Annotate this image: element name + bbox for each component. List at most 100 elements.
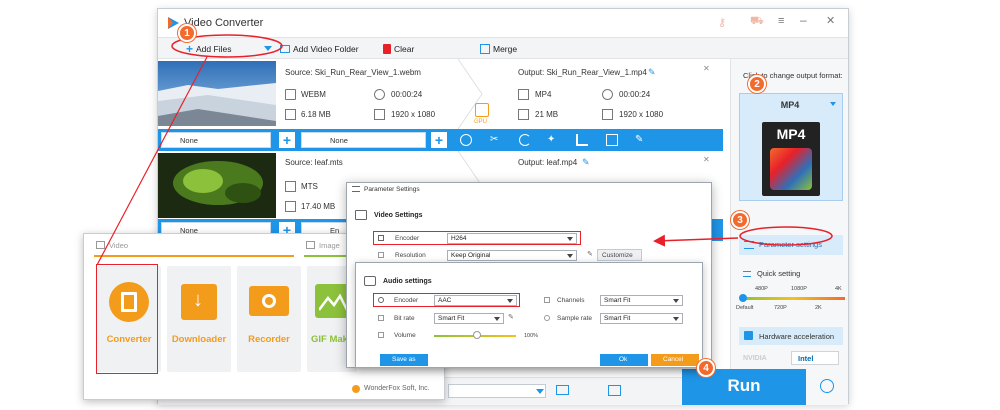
video-thumbnail[interactable] bbox=[158, 61, 276, 126]
quality-slider-handle[interactable] bbox=[739, 294, 747, 302]
format-icon bbox=[285, 89, 296, 100]
samplerate-select[interactable]: Smart Fit bbox=[600, 313, 683, 324]
remove-file-icon[interactable]: ✕ bbox=[703, 64, 710, 73]
bitrate-icon bbox=[378, 315, 384, 321]
source-resolution: 1920 x 1080 bbox=[391, 110, 436, 119]
resolution-select[interactable]: Keep Original bbox=[447, 250, 577, 261]
audio-settings-icon bbox=[364, 276, 376, 286]
video-encoder-select[interactable]: H264 bbox=[447, 233, 577, 244]
recorder-app[interactable]: Recorder bbox=[237, 266, 301, 372]
gpu-label: GPU bbox=[474, 119, 488, 125]
audio-track-select[interactable]: None bbox=[301, 132, 426, 148]
open-folder-icon[interactable] bbox=[556, 385, 569, 395]
alarm-clock-button[interactable] bbox=[806, 369, 848, 405]
downloader-label: Downloader bbox=[171, 334, 227, 345]
downloader-app[interactable]: ↓ Downloader bbox=[167, 266, 231, 372]
watermark-icon[interactable] bbox=[576, 134, 588, 146]
step-4-label: 4 bbox=[703, 362, 709, 374]
parameter-settings-button[interactable]: Parameter settings bbox=[739, 235, 843, 255]
video-section-icon bbox=[96, 241, 105, 249]
sliders-icon bbox=[744, 241, 754, 249]
subtitle-value: None bbox=[180, 135, 198, 145]
step-1-label: 1 bbox=[184, 27, 190, 39]
resolution-icon bbox=[374, 109, 385, 120]
quick-setting-label: Quick setting bbox=[757, 269, 801, 278]
quality-2k-label: 2K bbox=[815, 305, 822, 311]
volume-value: 100% bbox=[524, 333, 539, 339]
key-icon[interactable]: ⚷ bbox=[718, 16, 726, 29]
cancel-label: Cancel bbox=[663, 356, 684, 363]
add-files-button[interactable]: + Add Files bbox=[186, 42, 231, 56]
run-label: Run bbox=[727, 376, 761, 395]
channels-select[interactable]: Smart Fit bbox=[600, 295, 683, 306]
arrow-down-icon: ↓ bbox=[193, 289, 203, 311]
pencil-icon[interactable]: ✎ bbox=[508, 313, 514, 321]
add-folder-label: Add Video Folder bbox=[293, 44, 359, 54]
app-logo-icon bbox=[168, 17, 179, 29]
merge-button[interactable]: Merge bbox=[480, 42, 517, 56]
menu-icon[interactable]: ≡ bbox=[778, 15, 784, 27]
info-icon[interactable] bbox=[460, 134, 472, 146]
minimize-button[interactable]: – bbox=[800, 13, 807, 27]
quality-480p-label: 480P bbox=[755, 286, 768, 292]
subtitle-select[interactable]: None bbox=[161, 132, 271, 148]
add-video-folder-button[interactable]: Add Video Folder bbox=[280, 42, 359, 56]
mountain-icon bbox=[319, 293, 347, 311]
quality-1080p-label: 1080P bbox=[791, 286, 807, 292]
pencil-icon: ✎ bbox=[587, 251, 593, 258]
chevron-down-icon[interactable] bbox=[536, 389, 544, 394]
dialog-title: Parameter Settings bbox=[364, 186, 420, 193]
output-folder-field[interactable] bbox=[448, 384, 546, 398]
source-format: MTS bbox=[301, 182, 318, 191]
step-3-label: 3 bbox=[737, 214, 743, 226]
effects-icon[interactable]: ✦ bbox=[547, 134, 559, 146]
format-icon bbox=[518, 89, 529, 100]
source-name: Source: leaf.mts bbox=[285, 158, 343, 167]
intel-option[interactable]: Intel bbox=[791, 351, 839, 365]
alarm-clock-icon bbox=[820, 379, 834, 393]
ok-button[interactable]: Ok bbox=[600, 354, 648, 366]
remove-file-icon[interactable]: ✕ bbox=[703, 155, 710, 164]
resolution-label: Resolution bbox=[395, 252, 426, 259]
save-as-button[interactable]: Save as bbox=[380, 354, 428, 366]
format-icon bbox=[285, 181, 296, 192]
rotate-icon[interactable] bbox=[519, 134, 531, 146]
mp4-icon-label: MP4 bbox=[776, 126, 806, 142]
trash-icon bbox=[383, 44, 391, 54]
cart-icon[interactable]: ⛟ bbox=[750, 15, 764, 29]
output-duration: 00:00:24 bbox=[619, 90, 651, 99]
edit-icon[interactable]: ✎ bbox=[648, 67, 656, 78]
cancel-button[interactable]: Cancel bbox=[651, 354, 699, 366]
scissors-icon[interactable]: ✂ bbox=[490, 134, 502, 146]
close-button[interactable]: ✕ bbox=[826, 14, 835, 27]
samplerate-value: Smart Fit bbox=[604, 315, 631, 322]
edit-pen-icon[interactable]: ✎ bbox=[635, 134, 647, 146]
hardware-acceleration-toggle[interactable]: Hardware acceleration bbox=[739, 327, 843, 345]
edit-icon[interactable]: ✎ bbox=[582, 157, 590, 168]
video-thumbnail[interactable] bbox=[158, 153, 276, 218]
channels-label: Channels bbox=[557, 297, 585, 304]
add-audio-button[interactable]: + bbox=[431, 132, 447, 148]
bitrate-select[interactable]: Smart Fit bbox=[434, 313, 504, 324]
nvidia-option[interactable]: NVIDIA bbox=[743, 355, 767, 362]
crop-icon[interactable] bbox=[606, 134, 618, 146]
resolution-icon bbox=[378, 252, 384, 258]
output-name: Output: Ski_Run_Rear_View_1.mp4 bbox=[518, 68, 647, 77]
add-subtitle-button[interactable]: + bbox=[279, 132, 295, 148]
title-bar: Video Converter ⚷ ⛟ ≡ – ✕ bbox=[158, 9, 848, 37]
audio-encoder-select[interactable]: AAC bbox=[434, 295, 517, 306]
output-list-icon[interactable] bbox=[608, 385, 621, 396]
volume-slider-handle[interactable] bbox=[473, 331, 481, 339]
output-resolution: 1920 x 1080 bbox=[619, 110, 664, 119]
step-badge-3: 3 bbox=[731, 211, 749, 229]
add-files-dropdown-icon[interactable] bbox=[264, 46, 272, 51]
customize-button[interactable]: Customize bbox=[597, 249, 642, 261]
output-format-button[interactable]: MP4 MP4 bbox=[739, 93, 843, 201]
audio-encoder-label: Encoder bbox=[394, 297, 419, 304]
quality-720p-label: 720P bbox=[774, 305, 787, 311]
channels-value: Smart Fit bbox=[604, 297, 631, 304]
quality-default-label: Default bbox=[736, 305, 754, 311]
quality-slider[interactable] bbox=[741, 297, 845, 300]
clear-button[interactable]: Clear bbox=[383, 42, 414, 56]
gpu-chip-icon bbox=[475, 103, 489, 117]
